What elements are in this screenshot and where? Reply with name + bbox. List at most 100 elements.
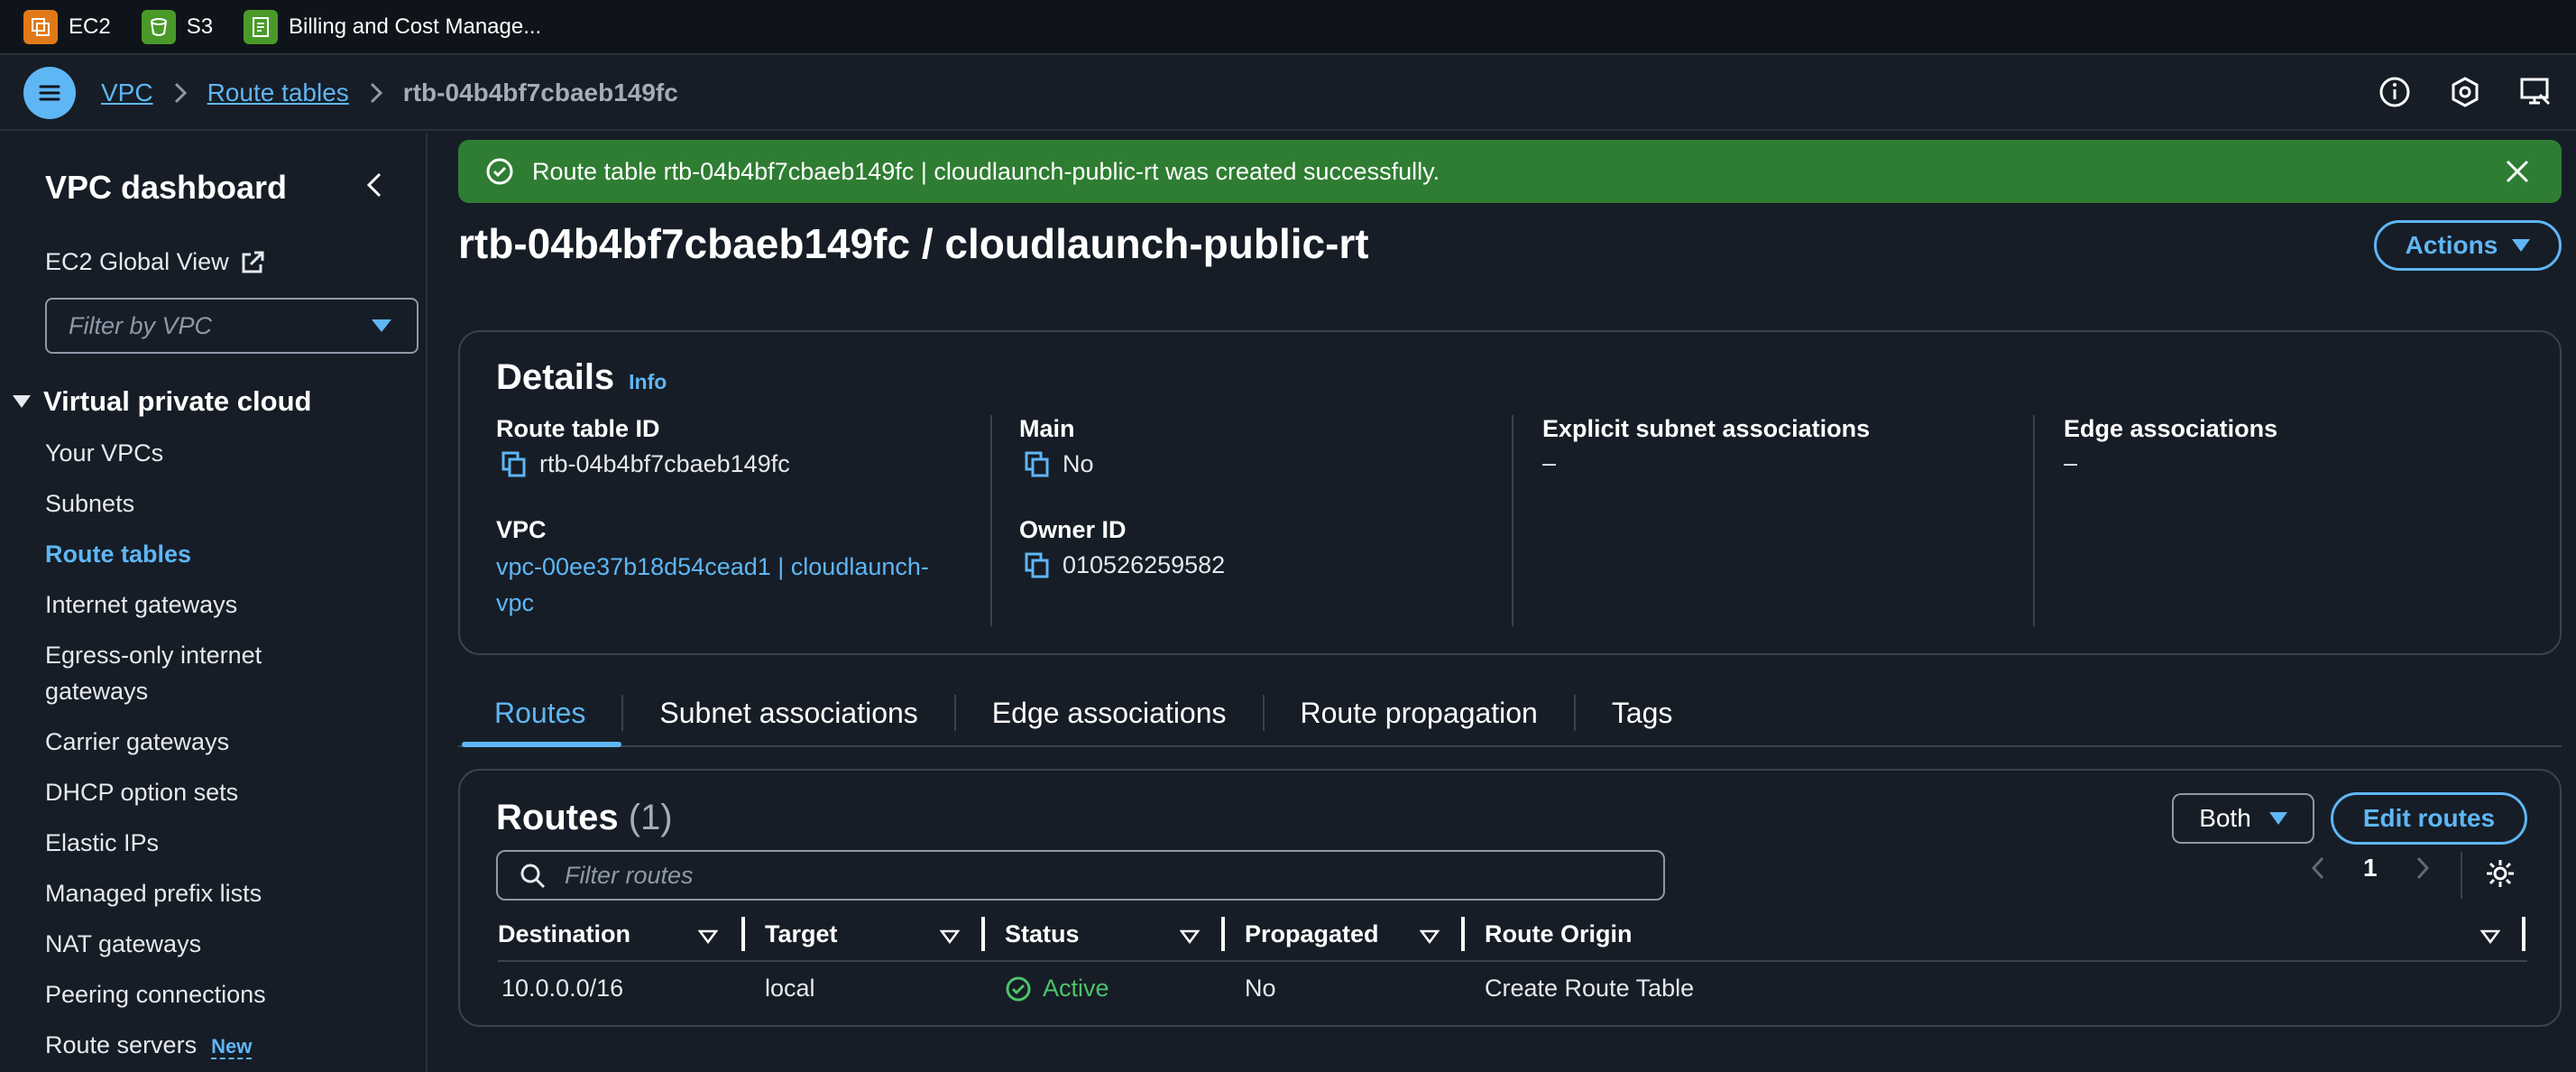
next-page-icon[interactable] — [2414, 855, 2432, 882]
chevron-right-icon — [174, 82, 187, 104]
routes-title: Routes — [496, 798, 619, 837]
actions-label: Actions — [2405, 231, 2498, 259]
tab-tags[interactable]: Tags — [1576, 688, 1709, 738]
feedback-icon[interactable] — [2518, 75, 2553, 109]
page-title: rtb-04b4bf7cbaeb149fc / cloudlaunch-publ… — [458, 220, 1369, 267]
current-page[interactable]: 1 — [2363, 854, 2378, 883]
status-text: Active — [1043, 975, 1109, 1002]
details-column-3: Explicit subnet associations – — [1512, 415, 2035, 626]
close-icon[interactable] — [2504, 158, 2531, 185]
header-tools — [2378, 75, 2553, 109]
vpc-label: VPC — [496, 516, 547, 543]
caret-down-icon — [372, 319, 391, 332]
sidebar-item-peering-connections[interactable]: Peering connections — [45, 976, 316, 1012]
tab-subnet-associations[interactable]: Subnet associations — [623, 688, 953, 738]
info-link[interactable]: Info — [629, 370, 667, 394]
sort-icon[interactable] — [2480, 929, 2500, 944]
owner-id: 010526259582 — [1063, 550, 1226, 578]
cell-propagated: No — [1245, 975, 1276, 1002]
filter-routes-placeholder: Filter routes — [565, 861, 694, 889]
info-icon[interactable] — [2378, 75, 2412, 109]
sort-icon[interactable] — [1180, 929, 1200, 944]
copy-icon[interactable] — [1023, 449, 1052, 478]
cell-target: local — [765, 975, 815, 1002]
expand-triangle-icon — [13, 395, 31, 408]
column-route-origin[interactable]: Route Origin — [1485, 920, 1633, 948]
s3-icon — [141, 9, 176, 44]
collapse-sidebar-icon[interactable] — [363, 171, 386, 199]
column-status[interactable]: Status — [1005, 920, 1080, 948]
route-table-id-label: Route table ID — [496, 415, 660, 442]
sort-icon[interactable] — [698, 929, 718, 944]
section-virtual-private-cloud[interactable]: Virtual private cloud — [13, 385, 311, 418]
routes-table-header: Destination Target Status Propagated Rou… — [498, 915, 2527, 962]
sort-icon[interactable] — [1420, 929, 1440, 944]
gear-icon[interactable] — [2484, 857, 2516, 890]
edit-routes-button[interactable]: Edit routes — [2331, 792, 2527, 845]
breadcrumb-route-tables[interactable]: Route tables — [207, 79, 349, 107]
route-table-id-value: rtb-04b4bf7cbaeb149fc — [500, 449, 790, 478]
sidebar-item-your-vpcs[interactable]: Your VPCs — [45, 435, 316, 471]
column-resizer[interactable] — [1461, 917, 1465, 951]
favorite-s3[interactable]: S3 — [141, 9, 213, 44]
pagination: 1 — [2309, 854, 2432, 883]
edge-associations-value: – — [2064, 449, 2078, 476]
sidebar-item-egress-only-internet-gateways[interactable]: Egress-only internet gateways — [45, 637, 316, 709]
menu-button[interactable] — [23, 67, 76, 119]
success-flash: Route table rtb-04b4bf7cbaeb149fc | clou… — [458, 140, 2562, 203]
sidebar-item-route-servers[interactable]: Route servers New — [45, 1027, 316, 1065]
favorites-bar: EC2 S3 Billing and Cost Manage... — [0, 0, 2576, 55]
security-icon[interactable] — [2448, 75, 2482, 109]
breadcrumb-vpc[interactable]: VPC — [101, 79, 153, 107]
route-filter-select[interactable]: Both — [2172, 793, 2314, 844]
tab-bar: Routes Subnet associations Edge associat… — [458, 688, 2562, 747]
cell-route-origin: Create Route Table — [1485, 975, 1695, 1002]
vpc-filter-placeholder: Filter by VPC — [69, 311, 213, 339]
section-label: Virtual private cloud — [43, 385, 312, 417]
sidebar-item-managed-prefix-lists[interactable]: Managed prefix lists — [45, 875, 316, 911]
copy-icon[interactable] — [1023, 550, 1052, 579]
sort-icon[interactable] — [940, 929, 960, 944]
vpc-link[interactable]: vpc-00ee37b18d54cead1 | cloudlaunch-vpc — [496, 549, 965, 621]
sidebar-item-elastic-ips[interactable]: Elastic IPs — [45, 825, 316, 861]
tab-routes[interactable]: Routes — [458, 688, 622, 747]
sidebar-item-route-tables[interactable]: Route tables — [45, 536, 316, 572]
tab-route-propagation[interactable]: Route propagation — [1265, 688, 1574, 738]
favorite-label: EC2 — [69, 14, 111, 39]
cell-status: Active — [1005, 975, 1109, 1003]
sidebar-item-internet-gateways[interactable]: Internet gateways — [45, 587, 316, 623]
column-resizer[interactable] — [2522, 917, 2525, 951]
favorite-ec2[interactable]: EC2 — [23, 9, 111, 44]
column-target[interactable]: Target — [765, 920, 838, 948]
hamburger-icon — [39, 85, 60, 101]
ec2-global-view-link[interactable]: EC2 Global View — [45, 248, 265, 276]
sidebar-item-nat-gateways[interactable]: NAT gateways — [45, 926, 316, 962]
details-column-4: Edge associations – — [2033, 415, 2538, 626]
filter-routes-input[interactable]: Filter routes — [496, 850, 1665, 901]
column-destination[interactable]: Destination — [498, 920, 630, 948]
sidebar-item-carrier-gateways[interactable]: Carrier gateways — [45, 724, 316, 760]
tab-edge-associations[interactable]: Edge associations — [956, 688, 1263, 738]
explicit-subnet-associations-label: Explicit subnet associations — [1542, 415, 1871, 442]
sidebar: VPC dashboard EC2 Global View Filter by … — [0, 133, 428, 1072]
vpc-filter-select[interactable]: Filter by VPC — [45, 298, 419, 354]
sidebar-item-subnets[interactable]: Subnets — [45, 485, 316, 522]
routes-panel: Routes (1) Both Edit routes Filter route… — [458, 769, 2562, 1027]
previous-page-icon[interactable] — [2309, 855, 2327, 882]
copy-icon[interactable] — [500, 449, 529, 478]
column-resizer[interactable] — [741, 917, 745, 951]
cell-destination: 10.0.0.0/16 — [501, 975, 624, 1002]
details-column-1: Route table ID rtb-04b4bf7cbaeb149fc VPC… — [496, 415, 983, 626]
column-resizer[interactable] — [1221, 917, 1225, 951]
details-column-2: Main No Owner ID 010526259582 — [990, 415, 1513, 626]
sidebar-item-dhcp-option-sets[interactable]: DHCP option sets — [45, 774, 316, 810]
favorite-label: Billing and Cost Manage... — [289, 14, 542, 39]
route-table-id: rtb-04b4bf7cbaeb149fc — [539, 449, 790, 477]
flash-message: Route table rtb-04b4bf7cbaeb149fc | clou… — [532, 157, 1440, 185]
column-resizer[interactable] — [981, 917, 985, 951]
column-propagated[interactable]: Propagated — [1245, 920, 1379, 948]
actions-button[interactable]: Actions — [2374, 220, 2562, 271]
favorite-billing[interactable]: Billing and Cost Manage... — [244, 9, 542, 44]
main-value: No — [1023, 449, 1094, 478]
routes-count: (1) — [628, 798, 673, 837]
